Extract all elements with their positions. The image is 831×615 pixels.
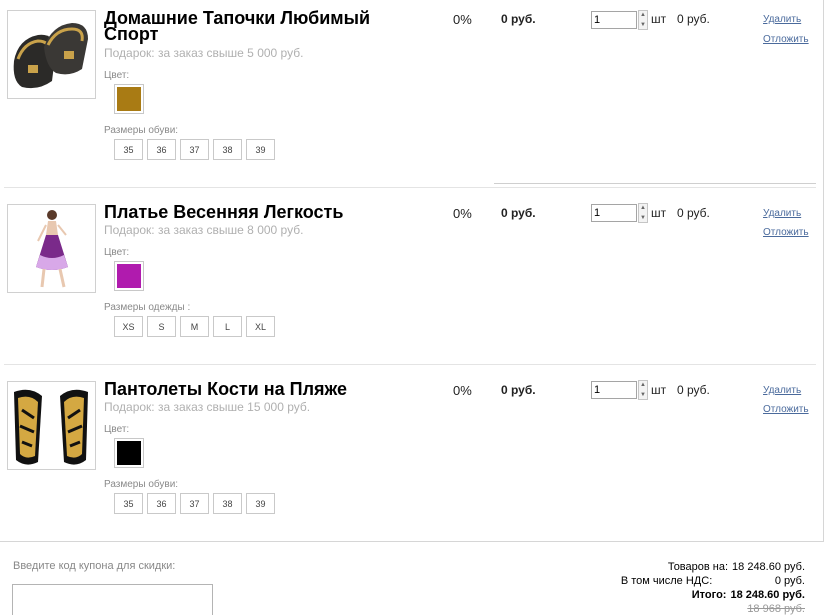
discount-value: 0% <box>453 206 472 221</box>
size-option[interactable]: 36 <box>147 493 176 514</box>
size-option[interactable]: M <box>180 316 209 337</box>
color-swatch-fill <box>117 441 141 465</box>
goods-total-value: 18 248.60 руб. <box>732 561 805 573</box>
stepper-down-icon[interactable]: ▼ <box>640 21 646 29</box>
size-option[interactable]: XL <box>246 316 275 337</box>
stepper-up-icon[interactable]: ▲ <box>640 204 646 212</box>
quantity-stepper[interactable]: ▲ ▼ <box>638 10 648 30</box>
stepper-down-icon[interactable]: ▼ <box>640 214 646 222</box>
price-value: 0 руб. <box>501 206 536 220</box>
item-total: 0 руб. <box>677 12 710 26</box>
stepper-up-icon[interactable]: ▲ <box>640 11 646 19</box>
stepper-up-icon[interactable]: ▲ <box>640 381 646 389</box>
delete-link[interactable]: Удалить <box>763 14 801 25</box>
quantity-stepper[interactable]: ▲ ▼ <box>638 380 648 400</box>
product-image-slippers[interactable] <box>7 10 96 99</box>
flipflops-image <box>14 389 88 465</box>
postpone-link[interactable]: Отложить <box>763 34 809 45</box>
row-divider <box>4 187 816 188</box>
old-total-row: 18 968 руб. <box>545 602 805 615</box>
product-image-dress[interactable] <box>7 204 96 293</box>
color-swatch-fill <box>117 264 141 288</box>
slippers-image <box>13 23 88 89</box>
goods-total-row: Товаров на: 18 248.60 руб. <box>545 560 805 574</box>
gift-note: Подарок: за заказ свыше 5 000 руб. <box>104 46 304 60</box>
dress-image <box>36 210 68 288</box>
stepper-down-icon[interactable]: ▼ <box>640 391 646 399</box>
size-option[interactable]: 36 <box>147 139 176 160</box>
color-swatch[interactable] <box>114 438 144 468</box>
postpone-link[interactable]: Отложить <box>763 404 809 415</box>
size-option[interactable]: 37 <box>180 493 209 514</box>
discount-value: 0% <box>453 383 472 398</box>
item-total: 0 руб. <box>677 206 710 220</box>
size-option[interactable]: 38 <box>213 139 242 160</box>
order-summary: Товаров на: 18 248.60 руб. В том числе Н… <box>545 560 805 615</box>
sizes-label: Размеры обуви: <box>104 479 179 490</box>
vat-label: В том числе НДС: <box>620 575 713 587</box>
size-options: 35 36 37 38 39 <box>114 139 275 160</box>
size-option[interactable]: S <box>147 316 176 337</box>
coupon-input[interactable] <box>12 584 213 615</box>
row-divider <box>4 364 816 365</box>
color-label: Цвет: <box>104 70 130 81</box>
size-option[interactable]: L <box>213 316 242 337</box>
quantity-stepper[interactable]: ▲ ▼ <box>638 203 648 223</box>
size-option[interactable]: 37 <box>180 139 209 160</box>
sizes-label: Размеры одежды : <box>104 302 191 313</box>
quantity-input[interactable]: 1 <box>591 11 637 29</box>
cart-table: Домашние Тапочки Любимый Спорт Подарок: … <box>0 0 824 542</box>
vat-value: 0 руб. <box>774 575 805 587</box>
postpone-link[interactable]: Отложить <box>763 227 809 238</box>
color-label: Цвет: <box>104 424 130 435</box>
color-swatch-fill <box>117 87 141 111</box>
quantity-unit: шт <box>651 12 667 26</box>
price-value: 0 руб. <box>501 383 536 397</box>
product-title[interactable]: Домашние Тапочки Любимый Спорт <box>104 9 404 43</box>
grand-total-label: Итого: <box>691 589 727 601</box>
quantity-input[interactable]: 1 <box>591 381 637 399</box>
color-swatch[interactable] <box>114 84 144 114</box>
discount-value: 0% <box>453 12 472 27</box>
product-title[interactable]: Пантолеты Кости на Пляже <box>104 380 404 398</box>
quantity-unit: шт <box>651 383 667 397</box>
color-label: Цвет: <box>104 247 130 258</box>
size-option[interactable]: 35 <box>114 493 143 514</box>
old-total-value: 18 968 руб. <box>747 603 805 615</box>
row-divider <box>494 183 816 184</box>
delete-link[interactable]: Удалить <box>763 208 801 219</box>
size-option[interactable]: 38 <box>213 493 242 514</box>
size-option[interactable]: 39 <box>246 493 275 514</box>
quantity-input[interactable]: 1 <box>591 204 637 222</box>
size-option[interactable]: 35 <box>114 139 143 160</box>
grand-total-row: Итого: 18 248.60 руб. <box>545 588 805 602</box>
vat-row: В том числе НДС: 0 руб. <box>545 574 805 588</box>
quantity-unit: шт <box>651 206 667 220</box>
size-option[interactable]: XS <box>114 316 143 337</box>
size-option[interactable]: 39 <box>246 139 275 160</box>
sizes-label: Размеры обуви: <box>104 125 179 136</box>
item-total: 0 руб. <box>677 383 710 397</box>
gift-note: Подарок: за заказ свыше 15 000 руб. <box>104 400 311 414</box>
coupon-label: Введите код купона для скидки: <box>13 560 176 572</box>
grand-total-value: 18 248.60 руб. <box>730 589 805 601</box>
size-options: XS S M L XL <box>114 316 275 337</box>
delete-link[interactable]: Удалить <box>763 385 801 396</box>
color-swatch[interactable] <box>114 261 144 291</box>
goods-total-label: Товаров на: <box>667 561 729 573</box>
price-value: 0 руб. <box>501 12 536 26</box>
gift-note: Подарок: за заказ свыше 8 000 руб. <box>104 223 304 237</box>
size-options: 35 36 37 38 39 <box>114 493 275 514</box>
product-title[interactable]: Платье Весенняя Легкость <box>104 203 404 221</box>
product-image-flipflops[interactable] <box>7 381 96 470</box>
